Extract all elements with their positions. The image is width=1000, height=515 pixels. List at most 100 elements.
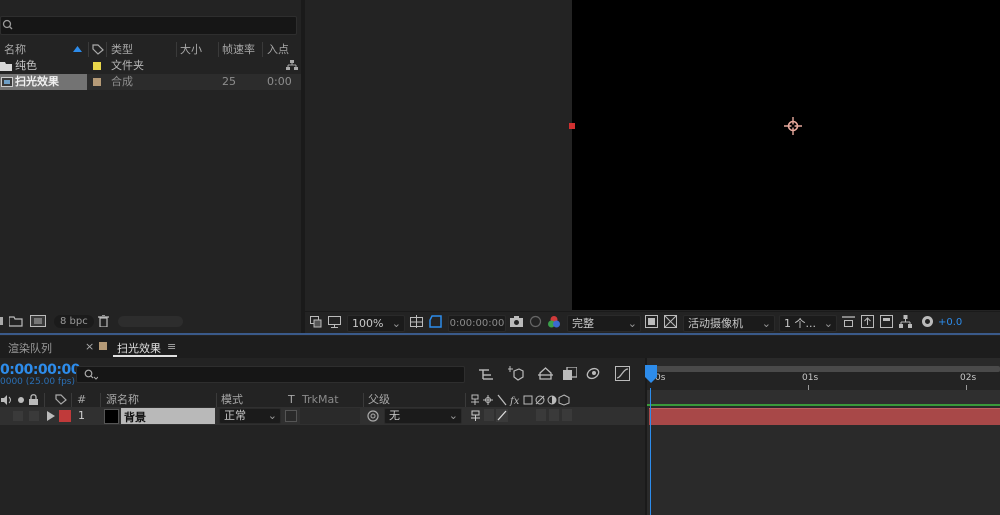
- lock-toggle[interactable]: [29, 411, 39, 421]
- flowchart-icon[interactable]: [899, 315, 912, 328]
- resolution-dropdown[interactable]: 完整 ⌄: [567, 315, 641, 332]
- layer-number: 1: [78, 409, 85, 422]
- snapshot-camera-icon[interactable]: [510, 316, 523, 327]
- col-source-name[interactable]: 源名称: [106, 393, 139, 407]
- label-color-swatch[interactable]: [59, 410, 71, 422]
- label-tag-icon[interactable]: [92, 44, 104, 55]
- col-type-header[interactable]: 类型: [111, 42, 133, 57]
- col-in-header[interactable]: 入点: [267, 42, 289, 57]
- layer-name-field[interactable]: 背景: [121, 408, 215, 424]
- layer-handle[interactable]: [569, 123, 575, 129]
- parent-dropdown[interactable]: 无 ⌄: [384, 408, 462, 424]
- trkmat-dropdown[interactable]: [300, 408, 360, 424]
- motion-blur-switch[interactable]: [536, 409, 546, 421]
- parent-value: 无: [389, 409, 400, 422]
- preserve-transparency-toggle[interactable]: [285, 410, 297, 422]
- hide-shy-layers-icon[interactable]: [538, 367, 553, 380]
- current-time-field[interactable]: 0:00:00:00: [448, 315, 506, 332]
- work-area-bar[interactable]: [647, 404, 1000, 406]
- label-color-swatch[interactable]: [93, 78, 101, 86]
- quality-switch-icon[interactable]: [496, 409, 508, 422]
- video-toggle[interactable]: [13, 411, 23, 421]
- layer-duration-bar[interactable]: [649, 408, 1000, 425]
- chevron-down-icon: ⌄: [448, 409, 458, 422]
- transparency-grid-icon[interactable]: [664, 315, 677, 328]
- frame-blending-icon[interactable]: [563, 367, 577, 380]
- timeline-link-icon[interactable]: [880, 315, 893, 328]
- mask-visibility-icon[interactable]: [429, 315, 443, 328]
- 3d-view-icon[interactable]: [842, 315, 855, 328]
- chevron-down-icon: ⌄: [761, 317, 771, 330]
- project-item-name: 纯色: [15, 59, 37, 72]
- audio-video-toggle-icon: [1, 395, 11, 405]
- tab-render-queue[interactable]: 渲染队列: [8, 340, 52, 356]
- tab-composition[interactable]: 扫光效果: [117, 340, 161, 356]
- bit-depth-button[interactable]: 8 bpc: [54, 315, 94, 328]
- chevron-down-icon: ⌄: [823, 317, 833, 330]
- project-item-name: 扫光效果: [15, 75, 59, 88]
- new-composition-icon[interactable]: [30, 315, 46, 327]
- interpret-footage-icon[interactable]: [0, 316, 4, 326]
- ruler-label: 02s: [960, 373, 977, 383]
- composition-icon: [1, 77, 13, 87]
- project-item-folder[interactable]: 纯色 文件夹: [0, 58, 301, 74]
- panel-menu-icon[interactable]: ≡: [167, 340, 176, 353]
- col-layer-number: #: [77, 393, 87, 406]
- time-ruler[interactable]: 0s 01s 02s: [647, 372, 1000, 390]
- new-folder-icon[interactable]: [9, 316, 23, 327]
- exposure-value[interactable]: +0.0: [938, 315, 962, 330]
- col-t: T: [288, 393, 295, 406]
- reset-exposure-icon[interactable]: [921, 315, 934, 328]
- shy-switch-icon[interactable]: [470, 410, 482, 422]
- collapse-switch[interactable]: [484, 409, 494, 421]
- playhead-icon[interactable]: [644, 365, 658, 391]
- panel-divider-horizontal[interactable]: [0, 333, 1000, 335]
- grid-guides-icon[interactable]: [410, 315, 423, 328]
- layer-switches-header-icon: fx: [471, 394, 570, 406]
- svg-text:fx: fx: [509, 396, 520, 406]
- color-channels-icon[interactable]: [547, 315, 561, 329]
- timeline-current-time[interactable]: 0:00:00:00: [0, 362, 80, 378]
- anchor-point-icon[interactable]: [784, 117, 802, 135]
- project-item-comp[interactable]: 扫光效果 合成 25 0:00: [0, 74, 301, 90]
- flowchart-icon[interactable]: [286, 60, 298, 71]
- thumbnail-scrollbar[interactable]: [118, 316, 183, 327]
- col-fps-header[interactable]: 帧速率: [222, 42, 255, 57]
- project-search-input[interactable]: [0, 16, 297, 35]
- composition-mini-flowchart-icon[interactable]: [479, 367, 494, 380]
- close-icon[interactable]: ×: [85, 340, 94, 353]
- label-color-swatch[interactable]: [93, 62, 101, 70]
- draft-3d-icon[interactable]: [508, 366, 524, 381]
- composition-canvas[interactable]: [572, 0, 1000, 310]
- layer-search-input[interactable]: [76, 366, 465, 383]
- show-snapshot-icon[interactable]: [529, 315, 542, 328]
- 3d-layer-switch[interactable]: [562, 409, 572, 421]
- chevron-down-icon: ⌄: [627, 317, 637, 330]
- expand-arrow-icon[interactable]: [47, 411, 55, 421]
- blend-mode-dropdown[interactable]: 正常 ⌄: [219, 408, 281, 424]
- zoom-dropdown[interactable]: 100% ⌄: [347, 315, 405, 332]
- timeline-fps-label: 0000 (25.00 fps): [0, 377, 75, 387]
- layer-row[interactable]: 1 背景 正常 ⌄ 无 ⌄: [0, 407, 645, 425]
- graph-editor-icon[interactable]: [615, 366, 630, 381]
- col-size-header[interactable]: 大小: [180, 42, 202, 57]
- col-parent: 父级: [368, 393, 390, 406]
- search-icon: [84, 369, 98, 380]
- playhead-line[interactable]: [650, 388, 651, 515]
- views-value: 1 个...: [784, 317, 816, 330]
- monitor-icon[interactable]: [328, 316, 341, 328]
- motion-blur-icon[interactable]: [586, 367, 600, 380]
- toggle-pixel-aspect-icon[interactable]: [861, 315, 874, 328]
- project-footer: 8 bpc: [0, 312, 301, 331]
- always-preview-icon[interactable]: [310, 316, 322, 328]
- trash-icon[interactable]: [98, 315, 109, 327]
- region-of-interest-icon[interactable]: [645, 315, 658, 328]
- project-panel: [0, 0, 301, 331]
- camera-dropdown[interactable]: 活动摄像机 ⌄: [683, 315, 775, 332]
- project-item-type: 合成: [111, 75, 133, 88]
- views-dropdown[interactable]: 1 个... ⌄: [779, 315, 837, 332]
- adjustment-layer-switch[interactable]: [549, 409, 559, 421]
- col-name-header[interactable]: 名称: [4, 42, 26, 57]
- project-item-in: 0:00: [267, 75, 292, 88]
- pick-whip-icon[interactable]: [367, 410, 379, 422]
